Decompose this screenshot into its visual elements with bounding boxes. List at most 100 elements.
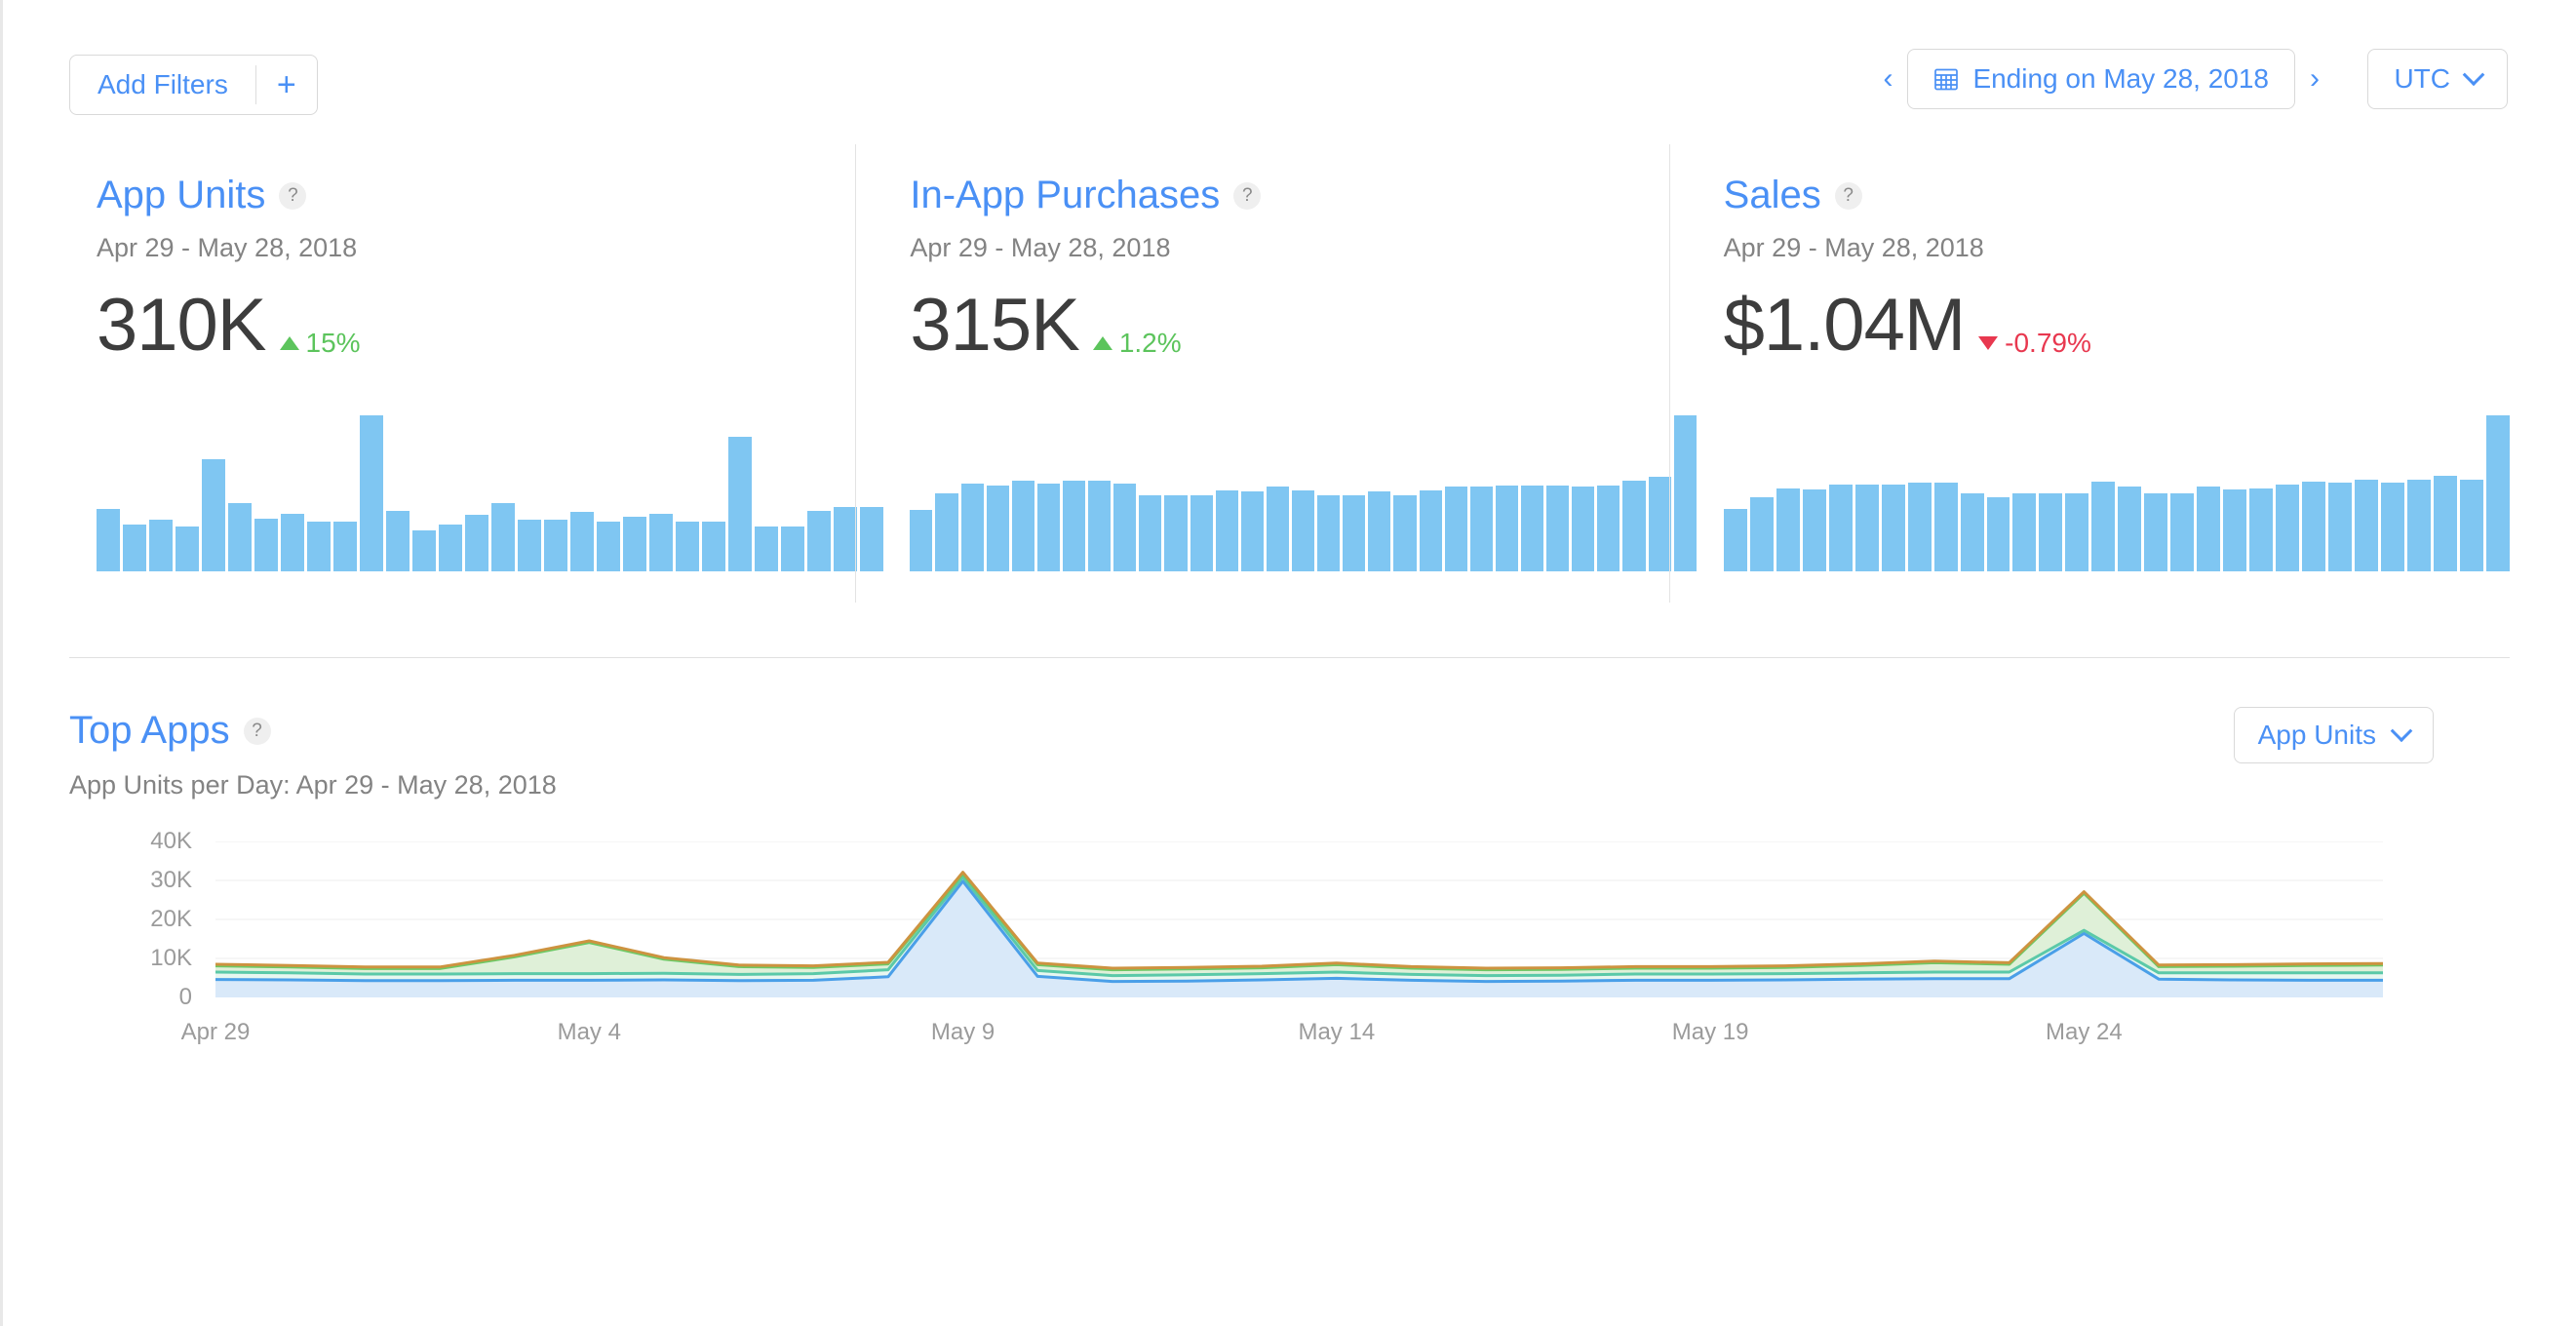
metric-delta-badge: -0.79% xyxy=(1978,328,2091,359)
timezone-label: UTC xyxy=(2394,63,2450,94)
sparkline-bar xyxy=(1291,489,1315,571)
sparkline-bar xyxy=(622,517,646,571)
sparkline-bar xyxy=(2460,479,2484,571)
metric-card-range: Apr 29 - May 28, 2018 xyxy=(97,233,358,262)
x-axis-tick-label: May 14 xyxy=(1298,1019,1376,1045)
sparkline-bar xyxy=(1749,496,1774,571)
sparkline-bar xyxy=(1933,483,1958,571)
sparkline-bar xyxy=(2381,483,2405,571)
x-axis-tick-label: May 19 xyxy=(1671,1019,1749,1045)
sparkline-bar xyxy=(2486,415,2511,571)
sparkline-bar xyxy=(1597,485,1620,571)
date-range-label: Ending on May 28, 2018 xyxy=(1972,63,2269,94)
sparkline-bar xyxy=(2118,486,2142,571)
metric-sparkline xyxy=(1723,415,2511,571)
sparkline-bar xyxy=(201,458,225,571)
sparkline-bar xyxy=(1343,494,1366,571)
sparkline-bar xyxy=(227,502,252,571)
metric-card-value: 315K xyxy=(910,284,1079,367)
metric-card-title[interactable]: In-App Purchases xyxy=(910,174,1220,217)
sparkline-bar xyxy=(2249,488,2274,571)
metric-selector-label: App Units xyxy=(2257,720,2376,750)
sparkline-bar xyxy=(2144,493,2168,571)
metric-card-value: 310K xyxy=(97,284,266,367)
sparkline-bar xyxy=(1572,487,1595,571)
metric-selector[interactable]: App Units xyxy=(2233,707,2434,763)
sparkline-bar xyxy=(859,507,883,571)
sparkline-bar xyxy=(1317,494,1341,571)
sparkline-bar xyxy=(701,521,725,571)
sparkline-bar xyxy=(935,493,958,571)
add-filters-control[interactable]: Add Filters + xyxy=(69,55,318,115)
sparkline-bar xyxy=(175,526,199,571)
y-axis-tick-label: 40K xyxy=(150,828,192,854)
sparkline-bar xyxy=(464,515,488,571)
top-apps-subtitle: App Units per Day: Apr 29 - May 28, 2018 xyxy=(69,770,557,800)
y-axis-tick-label: 10K xyxy=(150,945,192,971)
top-apps-section: Top Apps ? App Units per Day: Apr 29 - M… xyxy=(69,658,2510,1056)
sparkline-bar xyxy=(1881,485,1905,571)
help-icon[interactable]: ? xyxy=(1233,181,1262,210)
sparkline-bar xyxy=(254,518,278,571)
add-filters-button[interactable]: Add Filters xyxy=(70,56,255,114)
metric-card-header: App Units? xyxy=(97,174,882,217)
date-range-button[interactable]: Ending on May 28, 2018 xyxy=(1907,49,2295,109)
sparkline-bar xyxy=(1444,487,1467,571)
metric-card: In-App Purchases? Apr 29 - May 28, 2018 31… xyxy=(855,136,1697,610)
sparkline-bar xyxy=(2091,481,2116,571)
metric-sparkline xyxy=(910,415,1697,571)
help-icon[interactable]: ? xyxy=(1834,181,1862,210)
chevron-down-icon xyxy=(2462,63,2485,87)
sparkline-bar xyxy=(2012,493,2037,571)
sparkline-bar xyxy=(2276,485,2300,571)
sparkline-bar xyxy=(1036,484,1060,571)
sparkline-bar xyxy=(1469,487,1493,571)
sparkline-bar xyxy=(2170,493,2195,571)
metric-card-value: $1.04M xyxy=(1723,284,1966,367)
timezone-selector[interactable]: UTC xyxy=(2367,49,2508,109)
help-icon[interactable]: ? xyxy=(243,717,271,745)
sparkline-bar xyxy=(1802,489,1826,571)
chevron-down-icon xyxy=(2390,720,2413,743)
sparkline-bar xyxy=(1419,489,1442,571)
sparkline-bar xyxy=(648,513,673,571)
metric-card-range: Apr 29 - May 28, 2018 xyxy=(910,233,1171,262)
metric-card-header: Sales? xyxy=(1724,174,2510,217)
add-filter-plus-button[interactable]: + xyxy=(256,56,317,114)
sparkline-bar xyxy=(97,509,120,571)
metric-card-range: Apr 29 - May 28, 2018 xyxy=(1723,233,1984,262)
metric-card-title[interactable]: Sales xyxy=(1724,174,1821,217)
sparkline-bar xyxy=(122,525,146,571)
next-period-button[interactable]: › xyxy=(2295,62,2334,96)
help-icon[interactable]: ? xyxy=(279,181,307,210)
sparkline-bar xyxy=(1495,485,1518,571)
sparkline-bar xyxy=(1907,483,1932,571)
sparkline-bar xyxy=(1011,480,1034,571)
metric-card-title[interactable]: App Units xyxy=(97,174,265,217)
sparkline-bar xyxy=(1393,494,1417,571)
sparkline-bar xyxy=(1266,487,1289,571)
metric-delta-label: 15% xyxy=(305,328,361,358)
metric-delta-label: -0.79% xyxy=(2005,328,2091,358)
chart-svg xyxy=(215,841,2383,997)
sparkline-bar xyxy=(806,510,831,571)
top-apps-title: Top Apps xyxy=(69,709,230,752)
metric-delta-badge: 1.2% xyxy=(1092,328,1182,359)
sparkline-bar xyxy=(385,510,410,571)
sparkline-bar xyxy=(1986,496,2010,571)
y-axis-tick-label: 0 xyxy=(178,984,192,1010)
sparkline-bar xyxy=(596,521,620,571)
sparkline-bar xyxy=(1520,485,1544,571)
sparkline-bar xyxy=(1240,491,1264,571)
metric-card: App Units? Apr 29 - May 28, 2018 310K 15% xyxy=(69,136,883,610)
sparkline-bar xyxy=(1673,415,1697,571)
metric-card-value-row: 315K 1.2% xyxy=(910,289,1696,363)
sparkline-bar xyxy=(2197,486,2221,571)
sparkline-bar xyxy=(148,520,173,571)
sparkline-bar xyxy=(1960,493,1984,571)
sparkline-bar xyxy=(2065,493,2089,571)
sparkline-bar xyxy=(517,520,541,571)
sparkline-bar xyxy=(675,521,699,571)
metric-sparkline xyxy=(97,415,883,571)
previous-period-button[interactable]: ‹ xyxy=(1868,62,1907,96)
